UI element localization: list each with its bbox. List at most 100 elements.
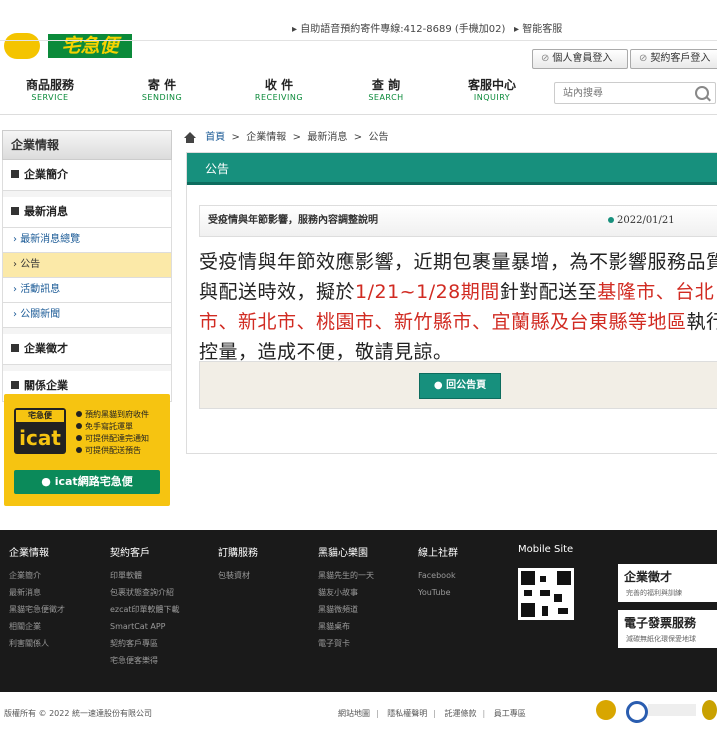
ecommerce-award-label-icon [648, 704, 696, 716]
careers-banner-title: 企業徵才 [624, 570, 673, 584]
sidebar-item-careers[interactable]: 企業徵才 [2, 334, 172, 365]
footer-link[interactable]: 最新消息 [9, 584, 65, 601]
award-badge-icon [596, 700, 616, 720]
icat-feature: 可提供配達完通知 [76, 434, 149, 444]
copyright: 版權所有 © 2022 統一速達股份有限公司 [4, 709, 152, 718]
sitemap-link[interactable]: 網站地圖 [338, 709, 370, 718]
sidebar-item-news[interactable]: 最新消息 [2, 197, 172, 228]
certification-badge-icon [702, 700, 717, 720]
footer-link[interactable]: 黑貓宅急便徵才 [9, 601, 65, 618]
sidebar-item-news-overview[interactable]: › 最新消息總覽 [2, 228, 172, 253]
nav-service-label: 商品服務 [25, 78, 74, 92]
header-divider [0, 40, 717, 41]
footer-link[interactable]: 包裹狀態查詢介紹 [110, 584, 180, 601]
icat-button-label: icat網路宅急便 [54, 475, 133, 488]
nav-divider [0, 114, 717, 115]
sidebar-item-label: 最新消息總覽 [20, 234, 81, 245]
footer-link[interactable]: 企業簡介 [9, 567, 65, 584]
sidebar-item-label: 最新消息 [24, 205, 68, 218]
sidebar: 企業情報 企業簡介 最新消息 › 最新消息總覽 › 公告 › 活動訊息 › 公關… [2, 130, 172, 402]
sidebar-item-label: 關係企業 [24, 379, 68, 392]
icat-promo: 宅急便 icat 預約黑貓到府收件 免手寫託運單 可提供配達完通知 可提供配送預… [4, 394, 170, 506]
phone-booking-link[interactable]: ▸ 自助語音預約寄件專線:412-8689 (手機加02) [292, 20, 505, 35]
sidebar-item-label: 公告 [20, 259, 41, 270]
ecommerce-award-icon [626, 701, 648, 723]
contract-login-button[interactable]: ⊘ 契約客戶登入 [630, 49, 717, 69]
nav-receiving[interactable]: 收 件 RECEIVING [246, 78, 312, 104]
footer-link[interactable]: 黑貓桌布 [318, 618, 374, 635]
breadcrumb-news[interactable]: 最新消息 [307, 132, 347, 143]
footer-link[interactable]: 貓友小故事 [318, 584, 374, 601]
footer-link[interactable]: 電子賀卡 [318, 635, 374, 652]
back-to-announcements-button[interactable]: ● 回公告頁 [419, 373, 501, 399]
breadcrumb-home[interactable]: 首頁 [205, 132, 225, 143]
nav-sending-en: SENDING [141, 93, 183, 102]
member-login-button[interactable]: ⊘ 個人會員登入 [532, 49, 628, 69]
footer-link[interactable]: 相關企業 [9, 618, 65, 635]
sidebar-item-press[interactable]: › 公關新聞 [2, 303, 172, 328]
footer-col-heading: 黑貓心樂園 [318, 548, 368, 559]
nav-sending[interactable]: 寄 件 SENDING [132, 78, 192, 104]
bullet-icon [76, 423, 82, 429]
breadcrumb-separator: > [231, 132, 240, 143]
icat-feature-text: 預約黑貓到府收件 [85, 410, 149, 419]
nav-search[interactable]: 查 詢 SEARCH [356, 78, 416, 104]
footer-link[interactable]: 黑貓先生的一天 [318, 567, 374, 584]
footer-link[interactable]: 黑貓微頻道 [318, 601, 374, 618]
search-input[interactable] [555, 83, 683, 103]
search-icon[interactable] [695, 86, 709, 100]
sidebar-item-label: 活動訊息 [20, 284, 61, 295]
sidebar-item-label: 企業簡介 [24, 168, 68, 181]
staff-link[interactable]: 員工專區 [494, 709, 526, 718]
footer-link[interactable]: ezcat印單軟體下載 [110, 601, 180, 618]
e-invoice-banner[interactable]: 電子發票服務 減碳無紙化環保愛地球 [618, 610, 717, 648]
footer-link[interactable]: 利害關係人 [9, 635, 65, 652]
news-body: 受疫情與年節效應影響，近期包裹量暴增，為不影響服務品質與配送時效，擬於1/21~… [199, 247, 717, 367]
sidebar-item-announcement[interactable]: › 公告 [2, 253, 172, 278]
arrow-circle-icon: ⊘ [639, 53, 648, 64]
privacy-link[interactable]: 隱私權聲明 [387, 709, 427, 718]
sidebar-item-about[interactable]: 企業簡介 [2, 160, 172, 191]
nav-inquiry[interactable]: 客服中心 INQUIRY [460, 78, 524, 104]
footer-link-facebook[interactable]: Facebook [418, 567, 458, 584]
footer-link-youtube[interactable]: YouTube [418, 584, 458, 601]
bottom-links: 網站地圖 | 隱私權聲明 | 託運條款 | 員工專區 [338, 708, 526, 719]
e-invoice-banner-title: 電子發票服務 [624, 616, 697, 630]
terms-link[interactable]: 託運條款 [445, 709, 477, 718]
breadcrumb-separator: > [292, 132, 302, 143]
footer-col-heading: 契約客戶 [110, 548, 150, 559]
cat-logo-icon[interactable] [4, 33, 40, 59]
icat-order-button[interactable]: ● icat網路宅急便 [14, 470, 160, 494]
icat-logo-brand: 宅急便 [16, 410, 64, 422]
icat-feature: 免手寫託運單 [76, 422, 133, 432]
footer-col-heading: 企業情報 [9, 548, 49, 559]
nav-receiving-en: RECEIVING [254, 93, 304, 102]
breadcrumb: 首頁 > 企業情報 > 最新消息 > 公告 [184, 128, 389, 143]
qr-code-icon[interactable] [518, 568, 574, 620]
footer-col-fun: 黑貓心樂園 黑貓先生的一天 貓友小故事 黑貓微頻道 黑貓桌布 電子賀卡 [318, 544, 374, 652]
news-date: 2022/01/21 [608, 206, 675, 236]
brand-logo[interactable]: 宅急便 [48, 34, 132, 58]
panel-heading: 公告 [187, 153, 717, 185]
bullet-icon [76, 411, 82, 417]
square-bullet-icon [11, 344, 19, 352]
footer-link[interactable]: 契約客戶專區 [110, 635, 180, 652]
footer-link[interactable]: 印單軟體 [110, 567, 180, 584]
smart-service-link[interactable]: ▸ 智能客服 [514, 20, 562, 35]
careers-banner[interactable]: 企業徵才 完善的福利與訓練 [618, 564, 717, 602]
nav-search-label: 查 詢 [371, 78, 401, 92]
footer-col-heading: 線上社群 [418, 548, 458, 559]
sidebar-item-events[interactable]: › 活動訊息 [2, 278, 172, 303]
icat-feature: 預約黑貓到府收件 [76, 410, 149, 420]
icat-feature: 可提供配送預告 [76, 446, 141, 456]
footer-link[interactable]: 包裝資材 [218, 567, 258, 584]
breadcrumb-corporate[interactable]: 企業情報 [246, 132, 286, 143]
footer-link[interactable]: 宅急便客樂得 [110, 652, 180, 669]
nav-search-en: SEARCH [368, 93, 404, 102]
square-bullet-icon [11, 381, 19, 389]
footer-link[interactable]: SmartCat APP [110, 618, 180, 635]
nav-service[interactable]: 商品服務 SERVICE [20, 78, 80, 104]
footer-col-mobile: Mobile Site [518, 544, 573, 563]
square-bullet-icon [11, 170, 19, 178]
home-icon[interactable] [184, 132, 196, 143]
